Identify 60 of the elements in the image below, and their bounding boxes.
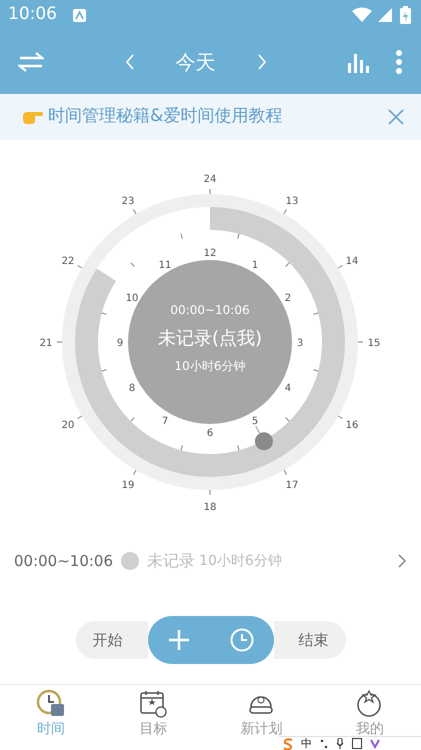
hour-label: 8 [128, 383, 136, 394]
clock-hand[interactable] [254, 426, 273, 450]
hour-label: 6 [206, 428, 214, 439]
more-options-icon[interactable] [395, 50, 403, 74]
pointing-hand-icon [22, 109, 44, 125]
wifi-icon [352, 7, 372, 23]
hour-label: 7 [162, 416, 168, 427]
hour-label: 14 [346, 256, 358, 267]
close-icon[interactable] [387, 108, 405, 126]
nav-tab[interactable]: 目标 [102, 689, 204, 750]
hour-label: 11 [158, 260, 172, 272]
hour-label: 18 [204, 502, 216, 513]
keyboard-icon[interactable] [352, 738, 362, 749]
hour-label: 13 [286, 196, 298, 207]
microphone-icon[interactable] [336, 738, 344, 749]
hour-label: 1 [252, 260, 258, 272]
swap-icon[interactable] [18, 51, 44, 73]
hour-label: 10 [126, 293, 138, 304]
hour-label: 21 [40, 338, 52, 349]
hour-label: 9 [116, 338, 124, 349]
record-disc[interactable] [128, 260, 292, 424]
record-range: 00:00~10:06 [14, 550, 114, 572]
previous-day-icon[interactable] [124, 53, 136, 71]
hour-label: 2 [284, 293, 292, 304]
input-method-logo-icon[interactable] [283, 738, 293, 750]
clock-tab-icon [36, 689, 66, 719]
hour-label: 19 [122, 480, 134, 492]
clock-status: 未记录(点我) [158, 328, 262, 349]
date-title: 今天 [176, 49, 216, 76]
record-duration: 10小时6分钟 [199, 552, 282, 570]
battery-icon [400, 6, 411, 24]
hour-label: 4 [284, 383, 292, 394]
statistics-icon[interactable] [347, 51, 371, 73]
hour-label: 3 [296, 338, 304, 349]
hour-label: 22 [62, 256, 74, 267]
punctuation-icon[interactable] [320, 738, 328, 748]
calendar-icon [138, 689, 168, 719]
nav-tab[interactable]: 时间 [0, 689, 102, 750]
hour-label: 23 [122, 196, 134, 207]
input-mode-key[interactable]: 中 [301, 737, 312, 750]
start-button[interactable]: 开始 [76, 621, 148, 659]
hour-label: 16 [346, 420, 358, 431]
hour-label: 15 [368, 338, 380, 349]
hour-label: 5 [252, 416, 258, 427]
clock-range: 00:00~10:06 [170, 303, 250, 317]
hour-label: 20 [62, 420, 74, 431]
end-button[interactable]: 结束 [274, 621, 346, 659]
add-icon[interactable] [168, 629, 190, 651]
signal-icon [376, 7, 392, 23]
notification-icon [73, 8, 86, 22]
clock-duration: 10小时6分钟 [174, 359, 246, 373]
chevron-right-icon[interactable] [397, 553, 407, 569]
status-time: 10:06 [8, 3, 57, 26]
hour-label: 24 [204, 174, 216, 185]
skin-icon[interactable] [370, 738, 380, 749]
next-day-icon[interactable] [256, 53, 268, 71]
record-label: 未记录 [147, 550, 196, 572]
hour-label: 12 [204, 248, 216, 259]
hour-label: 17 [286, 480, 298, 492]
clock-icon[interactable] [230, 628, 254, 652]
